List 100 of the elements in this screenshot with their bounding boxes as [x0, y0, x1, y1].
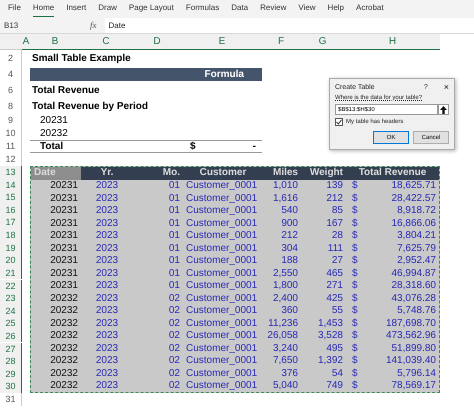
- column-header[interactable]: F: [262, 34, 300, 50]
- table-cell-text: $ 18,625.71: [351, 180, 437, 192]
- row-number[interactable]: 21: [0, 266, 22, 280]
- ribbon-tab[interactable]: Data: [231, 3, 248, 17]
- table-cell-text: 1,392: [316, 355, 344, 366]
- row-number[interactable]: 27: [0, 342, 22, 356]
- table-cell-text: 5,040: [272, 380, 299, 392]
- table-cell-text: 02: [168, 330, 181, 342]
- collapse-button[interactable]: [438, 104, 449, 115]
- table-cell-text: 20232: [49, 368, 79, 379]
- table-cell-text: $ 78,569.17: [351, 380, 437, 392]
- table-cell-text: 2023: [94, 342, 120, 354]
- row-number[interactable]: 25: [0, 317, 22, 330]
- table-cell-text: Customer_0001: [185, 305, 258, 316]
- table-header: Weight: [308, 167, 344, 180]
- table-cell-text: $ 5,748.76: [351, 305, 437, 316]
- up-arrow-icon: [440, 106, 447, 114]
- row-number[interactable]: 23: [0, 292, 22, 305]
- row-number[interactable]: 2: [0, 50, 22, 66]
- row-number[interactable]: 9: [0, 114, 22, 127]
- table-cell-text: 212: [280, 230, 299, 242]
- row-number[interactable]: 10: [0, 127, 22, 140]
- ribbon-tab[interactable]: Page Layout: [128, 3, 174, 17]
- row-number[interactable]: 19: [0, 242, 22, 254]
- row-number[interactable]: 18: [0, 229, 22, 242]
- column-header[interactable]: G: [300, 34, 345, 50]
- ribbon-tab[interactable]: Help: [328, 3, 344, 17]
- row-number[interactable]: 13: [0, 166, 22, 179]
- table-cell-text: 01: [168, 218, 181, 229]
- row-number[interactable]: 14: [0, 178, 22, 192]
- row-number[interactable]: 16: [0, 204, 22, 216]
- row-number[interactable]: 26: [0, 330, 22, 342]
- table-cell-text: 425: [325, 292, 344, 304]
- table-cell-text: 2023: [94, 292, 120, 304]
- table-cell-text: 20231: [49, 218, 79, 229]
- table-cell-text: 495: [325, 342, 344, 354]
- table-cell-text: 20231: [49, 180, 79, 192]
- table-cell-text: 2023: [94, 180, 120, 192]
- table-cell-text: 20231: [49, 230, 79, 242]
- table-cell-text: 7,650: [272, 355, 299, 366]
- row-number[interactable]: 29: [0, 368, 22, 380]
- table-cell-text: 465: [325, 268, 344, 279]
- ribbon-tab[interactable]: Insert: [66, 3, 86, 17]
- ribbon-tab[interactable]: Review: [260, 3, 286, 17]
- ribbon-tab[interactable]: Formulas: [186, 3, 220, 17]
- table-cell-text: $ 28,422.57: [351, 192, 437, 204]
- row-number[interactable]: 15: [0, 191, 22, 204]
- table-cell-text: 20232: [49, 292, 79, 304]
- close-button[interactable]: ×: [444, 82, 449, 92]
- column-header[interactable]: D: [132, 34, 182, 50]
- table-header: Yr.: [100, 167, 114, 180]
- row-number[interactable]: 24: [0, 304, 22, 318]
- table-cell-text: 304: [280, 242, 299, 254]
- table-cell-text: 55: [330, 305, 344, 316]
- column-header[interactable]: C: [80, 34, 132, 50]
- ribbon-tab[interactable]: File: [8, 3, 21, 17]
- ribbon-tab[interactable]: View: [298, 3, 316, 17]
- row-number[interactable]: 6: [0, 82, 22, 98]
- column-header[interactable]: E: [182, 34, 262, 50]
- row-number[interactable]: 17: [0, 216, 22, 229]
- table-cell-text: 111: [326, 242, 344, 254]
- row-number[interactable]: 28: [0, 355, 22, 368]
- row-number[interactable]: 22: [0, 280, 22, 292]
- period-cell-text: 20231: [39, 115, 69, 126]
- row-number[interactable]: 30: [0, 380, 22, 393]
- column-header[interactable]: H: [345, 34, 440, 50]
- sheet-title: Small Table Example: [31, 52, 132, 64]
- row-number[interactable]: 20: [0, 254, 22, 267]
- formula-field[interactable]: Date: [104, 18, 474, 32]
- table-cell-text: Customer_0001: [185, 292, 258, 304]
- currency-sign: $: [190, 141, 196, 152]
- table-header: Total Revenue: [358, 167, 428, 180]
- ribbon-tab[interactable]: Draw: [98, 3, 117, 17]
- table-cell-text: $ 473,562.96: [351, 330, 437, 342]
- table-cell-text: 1,453: [316, 318, 344, 329]
- table-cell-text: Customer_0001: [185, 330, 258, 342]
- column-header[interactable]: A: [22, 34, 30, 50]
- table-header: Date: [31, 167, 81, 180]
- name-box[interactable]: B13: [0, 20, 56, 30]
- table-cell-text: 02: [168, 380, 181, 392]
- table-cell-text: 2023: [94, 318, 120, 329]
- row-number[interactable]: 11: [0, 140, 22, 153]
- table-cell-text: 02: [168, 368, 181, 379]
- function-label[interactable]: fx: [90, 20, 96, 30]
- table-cell-text: 01: [168, 230, 181, 242]
- total-value: -: [252, 141, 256, 152]
- table-cell-text: 20231: [49, 205, 79, 216]
- section-label: Total Revenue by Period: [31, 100, 149, 112]
- row-number[interactable]: 31: [0, 393, 22, 406]
- ribbon-tab[interactable]: Acrobat: [356, 3, 384, 17]
- row-number[interactable]: 4: [0, 66, 22, 82]
- table-cell-text: 376: [280, 368, 299, 379]
- table-cell-text: 1,010: [272, 180, 299, 192]
- headers-checkbox[interactable]: [335, 118, 343, 126]
- table-cell-text: 1,800: [272, 280, 299, 292]
- table-cell-text: 540: [280, 205, 299, 216]
- table-cell-text: 212: [325, 192, 344, 204]
- row-number[interactable]: 8: [0, 98, 22, 114]
- table-cell-text: 3,240: [272, 342, 299, 354]
- column-header[interactable]: B: [30, 34, 80, 50]
